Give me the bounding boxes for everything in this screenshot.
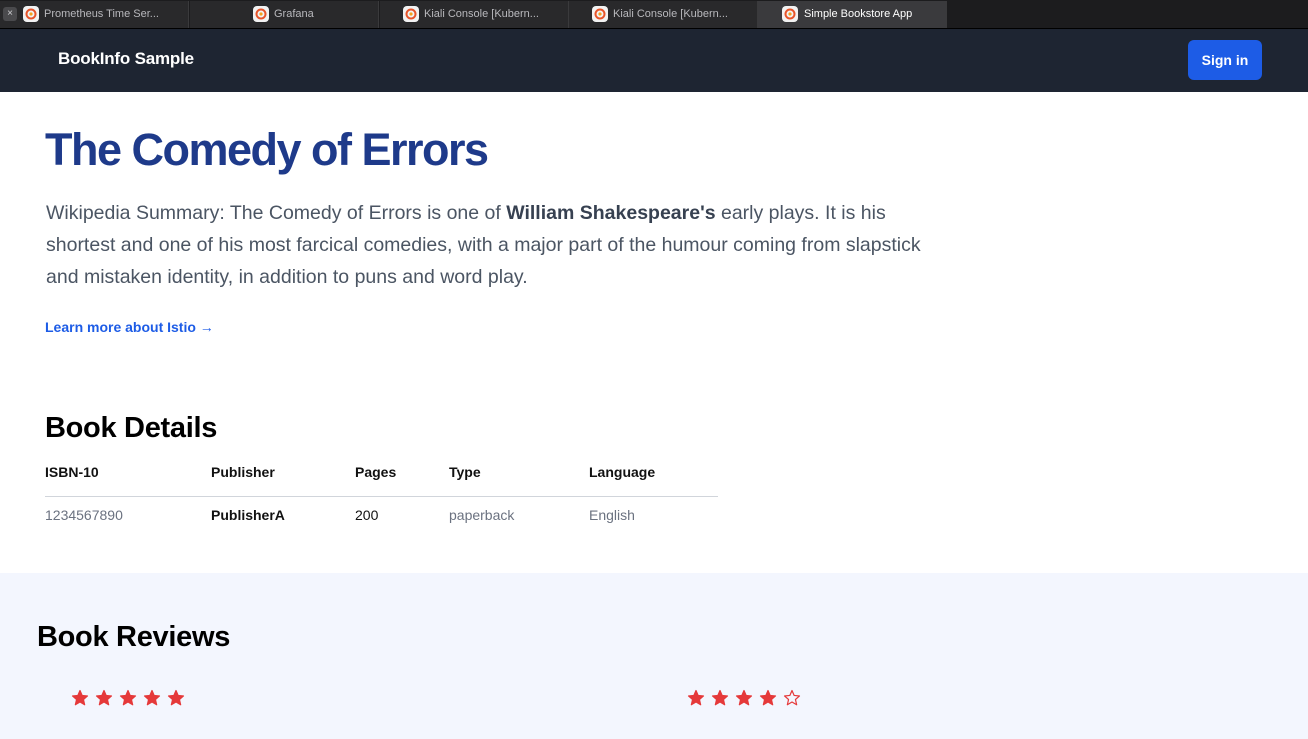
browser-tab-prometheus[interactable]: × Prometheus Time Ser...	[0, 1, 189, 28]
summary-text: Wikipedia Summary: The Comedy of Errors …	[46, 202, 507, 224]
star-filled-icon	[711, 689, 729, 706]
tab-title: Kiali Console [Kubern...	[613, 8, 728, 20]
table-divider	[45, 496, 718, 497]
grafana-icon	[592, 6, 608, 22]
star-filled-icon	[759, 689, 777, 706]
tab-title: Grafana	[274, 8, 314, 20]
cell-language: English	[589, 507, 635, 523]
grafana-icon	[253, 6, 269, 22]
page-title: The Comedy of Errors	[45, 124, 489, 175]
column-header-language: Language	[589, 464, 656, 480]
grafana-icon	[782, 6, 798, 22]
grafana-icon	[403, 6, 419, 22]
book-details-heading: Book Details	[45, 412, 218, 444]
cell-type: paperback	[449, 507, 515, 523]
browser-tab-bar: × Prometheus Time Ser... Grafana Kiali C…	[0, 0, 1308, 29]
star-filled-icon	[735, 689, 753, 706]
learn-more-link[interactable]: Learn more about Istio →	[45, 319, 214, 335]
brand-title[interactable]: BookInfo Sample	[58, 49, 194, 69]
star-filled-icon	[687, 689, 705, 706]
app-header: BookInfo Sample Sign in	[0, 29, 1308, 92]
close-tab-icon[interactable]: ×	[3, 7, 17, 21]
sign-in-button[interactable]: Sign in	[1188, 40, 1262, 80]
star-filled-icon	[71, 689, 89, 706]
column-header-publisher: Publisher	[211, 464, 275, 480]
cell-publisher: PublisherA	[211, 507, 285, 523]
star-filled-icon	[167, 689, 185, 706]
summary-author: William Shakespeare's	[506, 202, 716, 224]
column-header-pages: Pages	[355, 464, 397, 480]
cell-isbn: 1234567890	[45, 507, 123, 523]
review-rating-2	[687, 689, 801, 707]
column-header-isbn: ISBN-10	[45, 464, 99, 480]
browser-tab-kiali-2[interactable]: Kiali Console [Kubern...	[569, 1, 758, 28]
star-empty-icon	[783, 689, 801, 706]
column-header-type: Type	[449, 464, 481, 480]
browser-tab-bookstore[interactable]: Simple Bookstore App	[758, 1, 947, 28]
browser-tab-kiali-1[interactable]: Kiali Console [Kubern...	[380, 1, 569, 28]
cell-pages: 200	[355, 507, 379, 523]
book-reviews-heading: Book Reviews	[37, 621, 231, 653]
browser-tab-grafana[interactable]: Grafana	[190, 1, 379, 28]
tab-title: Kiali Console [Kubern...	[424, 8, 539, 20]
star-filled-icon	[143, 689, 161, 706]
tab-title: Simple Bookstore App	[804, 8, 913, 20]
grafana-icon	[23, 6, 39, 22]
tab-title: Prometheus Time Ser...	[44, 8, 159, 20]
book-summary: Wikipedia Summary: The Comedy of Errors …	[46, 197, 946, 293]
star-filled-icon	[119, 689, 137, 706]
book-reviews-section: Book Reviews	[0, 573, 1308, 739]
star-filled-icon	[95, 689, 113, 706]
review-rating-1	[71, 689, 185, 707]
